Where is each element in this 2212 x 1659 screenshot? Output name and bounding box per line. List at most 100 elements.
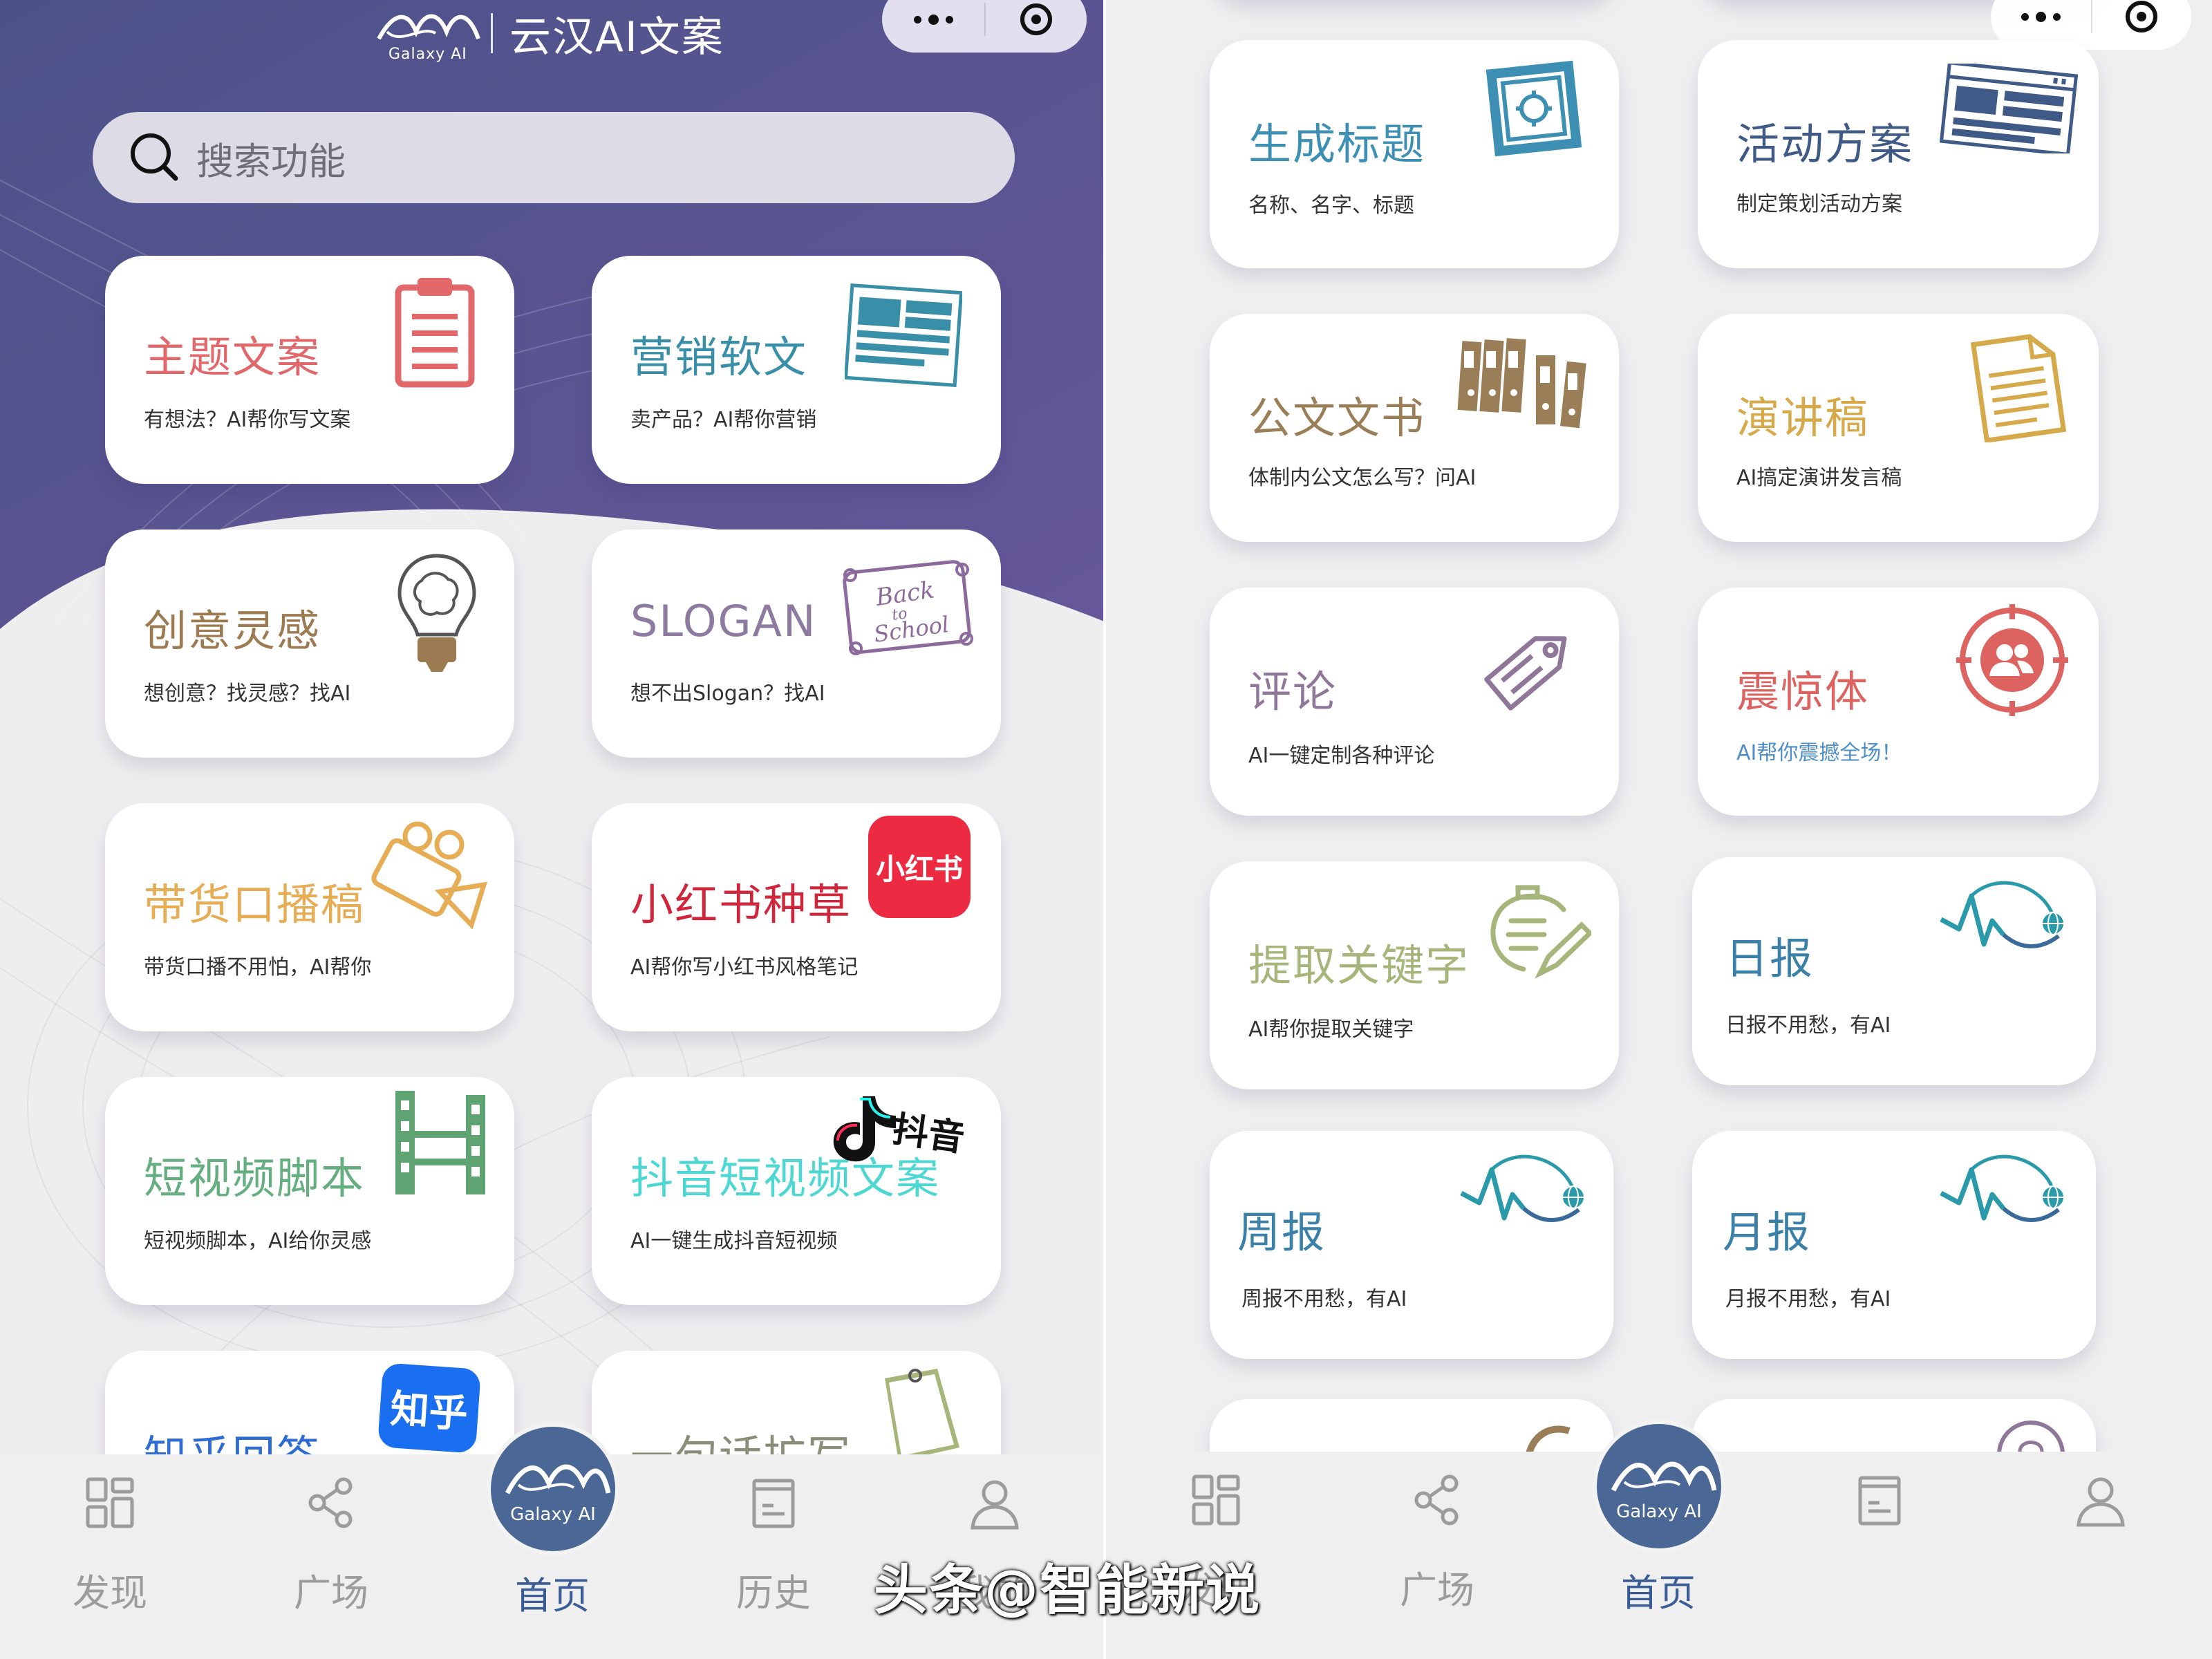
feature-card-event-plan[interactable]: 活动方案 制定策划活动方案	[1698, 40, 2099, 268]
tab-label: 广场	[1400, 1568, 1474, 1612]
tab-history[interactable]	[1807, 1452, 1952, 1656]
feature-card-speech[interactable]: 演讲稿 AI搞定演讲发言稿	[1698, 314, 2099, 542]
close-miniprogram-button[interactable]	[2092, 0, 2191, 50]
feature-card-creative[interactable]: 创意灵感 想创意？找灵感？找AI	[105, 529, 514, 758]
video-camera-icon	[371, 821, 488, 930]
app-title: 云汉AI文案	[509, 12, 724, 62]
bottom-tab-bar: 发现 广场 Galaxy AI 首页	[1106, 1420, 2212, 1656]
xiaohongshu-icon: 小红书	[868, 816, 971, 918]
galaxy-ai-logo-icon	[1611, 1461, 1717, 1492]
watermark-text: 头条@智能新说	[874, 1559, 1262, 1622]
feature-card-daily-report[interactable]: 日报 日报不用愁，有AI	[1692, 857, 2096, 1085]
card-title: 短视频脚本	[144, 1153, 366, 1203]
feature-card-slogan[interactable]: SLOGAN 想不出Slogan？找AI Back to School	[592, 529, 1001, 758]
home-logo-button[interactable]: Galaxy AI	[487, 1423, 619, 1555]
feature-card-monthly-report[interactable]: 月报 月报不用愁，有AI	[1692, 1131, 2096, 1359]
close-miniprogram-button[interactable]	[986, 0, 1087, 53]
feature-card-short-video[interactable]: 短视频脚本 短视频脚本，AI给你灵感	[105, 1077, 514, 1305]
pulse-globe-icon	[1940, 881, 2065, 948]
card-subtitle: 带货口播不用怕，AI帮你	[144, 955, 372, 980]
feature-card-shock-style[interactable]: 震惊体 AI帮你震撼全场！	[1698, 588, 2099, 816]
card-title: 评论	[1248, 666, 1338, 717]
galaxy-ai-logo-icon	[377, 14, 480, 40]
card-title: 营销软文	[630, 332, 808, 382]
card-title: 月报	[1723, 1207, 1812, 1257]
home-logo-button[interactable]: Galaxy AI	[1593, 1420, 1725, 1553]
card-title: SLOGAN	[630, 596, 817, 646]
brand-divider	[491, 13, 493, 53]
feature-card-title-gen[interactable]: 生成标题 名称、名字、标题	[1210, 40, 1619, 268]
tab-mine[interactable]	[2028, 1452, 2173, 1656]
tab-history[interactable]: 历史	[701, 1454, 846, 1659]
left-phone-screen: Galaxy AI 云汉AI文案 搜索功能 主题文案 有想法？AI帮你写文案 营…	[0, 0, 1106, 1659]
card-subtitle: AI帮你震撼全场！	[1736, 741, 1902, 765]
card-subtitle: 月报不用愁，有AI	[1725, 1287, 1891, 1311]
right-phone-screen: 生成标题 名称、名字、标题 活动方案 制定策划活动方案 公文文书 体制内公文怎么…	[1106, 0, 2212, 1659]
tag-icon	[1484, 636, 1567, 711]
tab-discover[interactable]: 发现	[37, 1454, 182, 1659]
user-icon	[2077, 1477, 2125, 1527]
safe-icon	[1485, 60, 1582, 157]
card-title: 生成标题	[1248, 119, 1426, 169]
home-logo-text: Galaxy AI	[1616, 1501, 1702, 1522]
galaxy-ai-logo: Galaxy AI	[373, 4, 484, 63]
home-logo-text: Galaxy AI	[510, 1504, 596, 1525]
more-dot-icon	[2021, 12, 2029, 21]
card-subtitle: 有想法？AI帮你写文案	[144, 408, 351, 432]
feature-card-official-docs[interactable]: 公文文书 体制内公文怎么写？问AI	[1210, 314, 1619, 542]
tab-label: 广场	[294, 1571, 368, 1615]
card-title: 创意灵感	[144, 606, 321, 656]
tab-home[interactable]: Galaxy AI 首页	[480, 1423, 625, 1659]
tab-home[interactable]: Galaxy AI 首页	[1586, 1420, 1731, 1656]
douyin-note-icon	[833, 1096, 896, 1162]
tab-square[interactable]: 广场	[259, 1454, 404, 1659]
more-dot-icon	[2053, 12, 2061, 21]
feature-card-keywords[interactable]: 提取关键字 AI帮你提取关键字	[1210, 861, 1619, 1089]
feature-card-comments[interactable]: 评论 AI一键定制各种评论	[1210, 588, 1619, 816]
card-subtitle: AI帮你提取关键字	[1248, 1018, 1414, 1042]
target-icon	[2126, 1, 2158, 32]
share-icon	[308, 1477, 353, 1528]
card-title: 公文文书	[1248, 393, 1426, 443]
more-button[interactable]	[882, 0, 984, 53]
user-icon	[971, 1480, 1019, 1530]
zhihu-logo-text: 知乎	[388, 1386, 469, 1437]
grid-icon	[1192, 1474, 1240, 1526]
miniprogram-capsule	[882, 0, 1087, 53]
feature-card-livestream[interactable]: 带货口播稿 带货口播不用怕，AI帮你	[105, 803, 514, 1031]
card-subtitle: AI搞定演讲发言稿	[1736, 466, 1902, 490]
galaxy-ai-logo-icon	[505, 1464, 611, 1494]
card-subtitle: 卖产品？AI帮你营销	[630, 408, 817, 432]
search-bar[interactable]: 搜索功能	[93, 112, 1015, 203]
people-target-icon	[1956, 604, 2068, 716]
tab-square[interactable]: 广场	[1365, 1452, 1510, 1656]
card-subtitle: AI一键定制各种评论	[1248, 744, 1435, 768]
card-title: 提取关键字	[1248, 940, 1470, 991]
card-title: 日报	[1725, 933, 1815, 984]
notebook-icon	[885, 1369, 959, 1461]
more-dot-icon	[2036, 11, 2046, 22]
tab-label: 首页	[1621, 1571, 1696, 1615]
card-title: 演讲稿	[1736, 393, 1870, 443]
history-doc-icon	[752, 1479, 795, 1528]
feature-card-xiaohongshu[interactable]: 小红书种草 AI帮你写小红书风格笔记 小红书	[592, 803, 1001, 1031]
feature-card-douyin[interactable]: 抖音短视频文案 AI一键生成抖音短视频 抖音	[592, 1077, 1001, 1305]
card-subtitle: 想不出Slogan？找AI	[630, 682, 825, 706]
card-subtitle: AI一键生成抖音短视频	[630, 1229, 838, 1253]
xiaohongshu-logo-text: 小红书	[875, 852, 963, 886]
card-subtitle: 日报不用愁，有AI	[1725, 1013, 1891, 1038]
feature-card-theme-copy[interactable]: 主题文案 有想法？AI帮你写文案	[105, 256, 514, 484]
app-brand: Galaxy AI 云汉AI文案	[373, 4, 724, 63]
card-subtitle: 想创意？找灵感？找AI	[144, 682, 351, 706]
binders-icon	[1457, 338, 1586, 429]
target-icon	[1020, 3, 1052, 35]
browser-layout-icon	[1940, 64, 2078, 153]
more-dot-icon	[928, 14, 939, 25]
card-subtitle: 名称、名字、标题	[1248, 194, 1414, 218]
document-icon	[1970, 334, 2067, 442]
feature-card-weekly-report[interactable]: 周报 周报不用愁，有AI	[1210, 1131, 1613, 1359]
feature-card-marketing[interactable]: 营销软文 卖产品？AI帮你营销	[592, 256, 1001, 484]
douyin-icon: 抖音	[824, 1084, 976, 1188]
card-title: 主题文案	[144, 332, 321, 382]
back-to-school-icon: Back to School	[843, 560, 973, 655]
